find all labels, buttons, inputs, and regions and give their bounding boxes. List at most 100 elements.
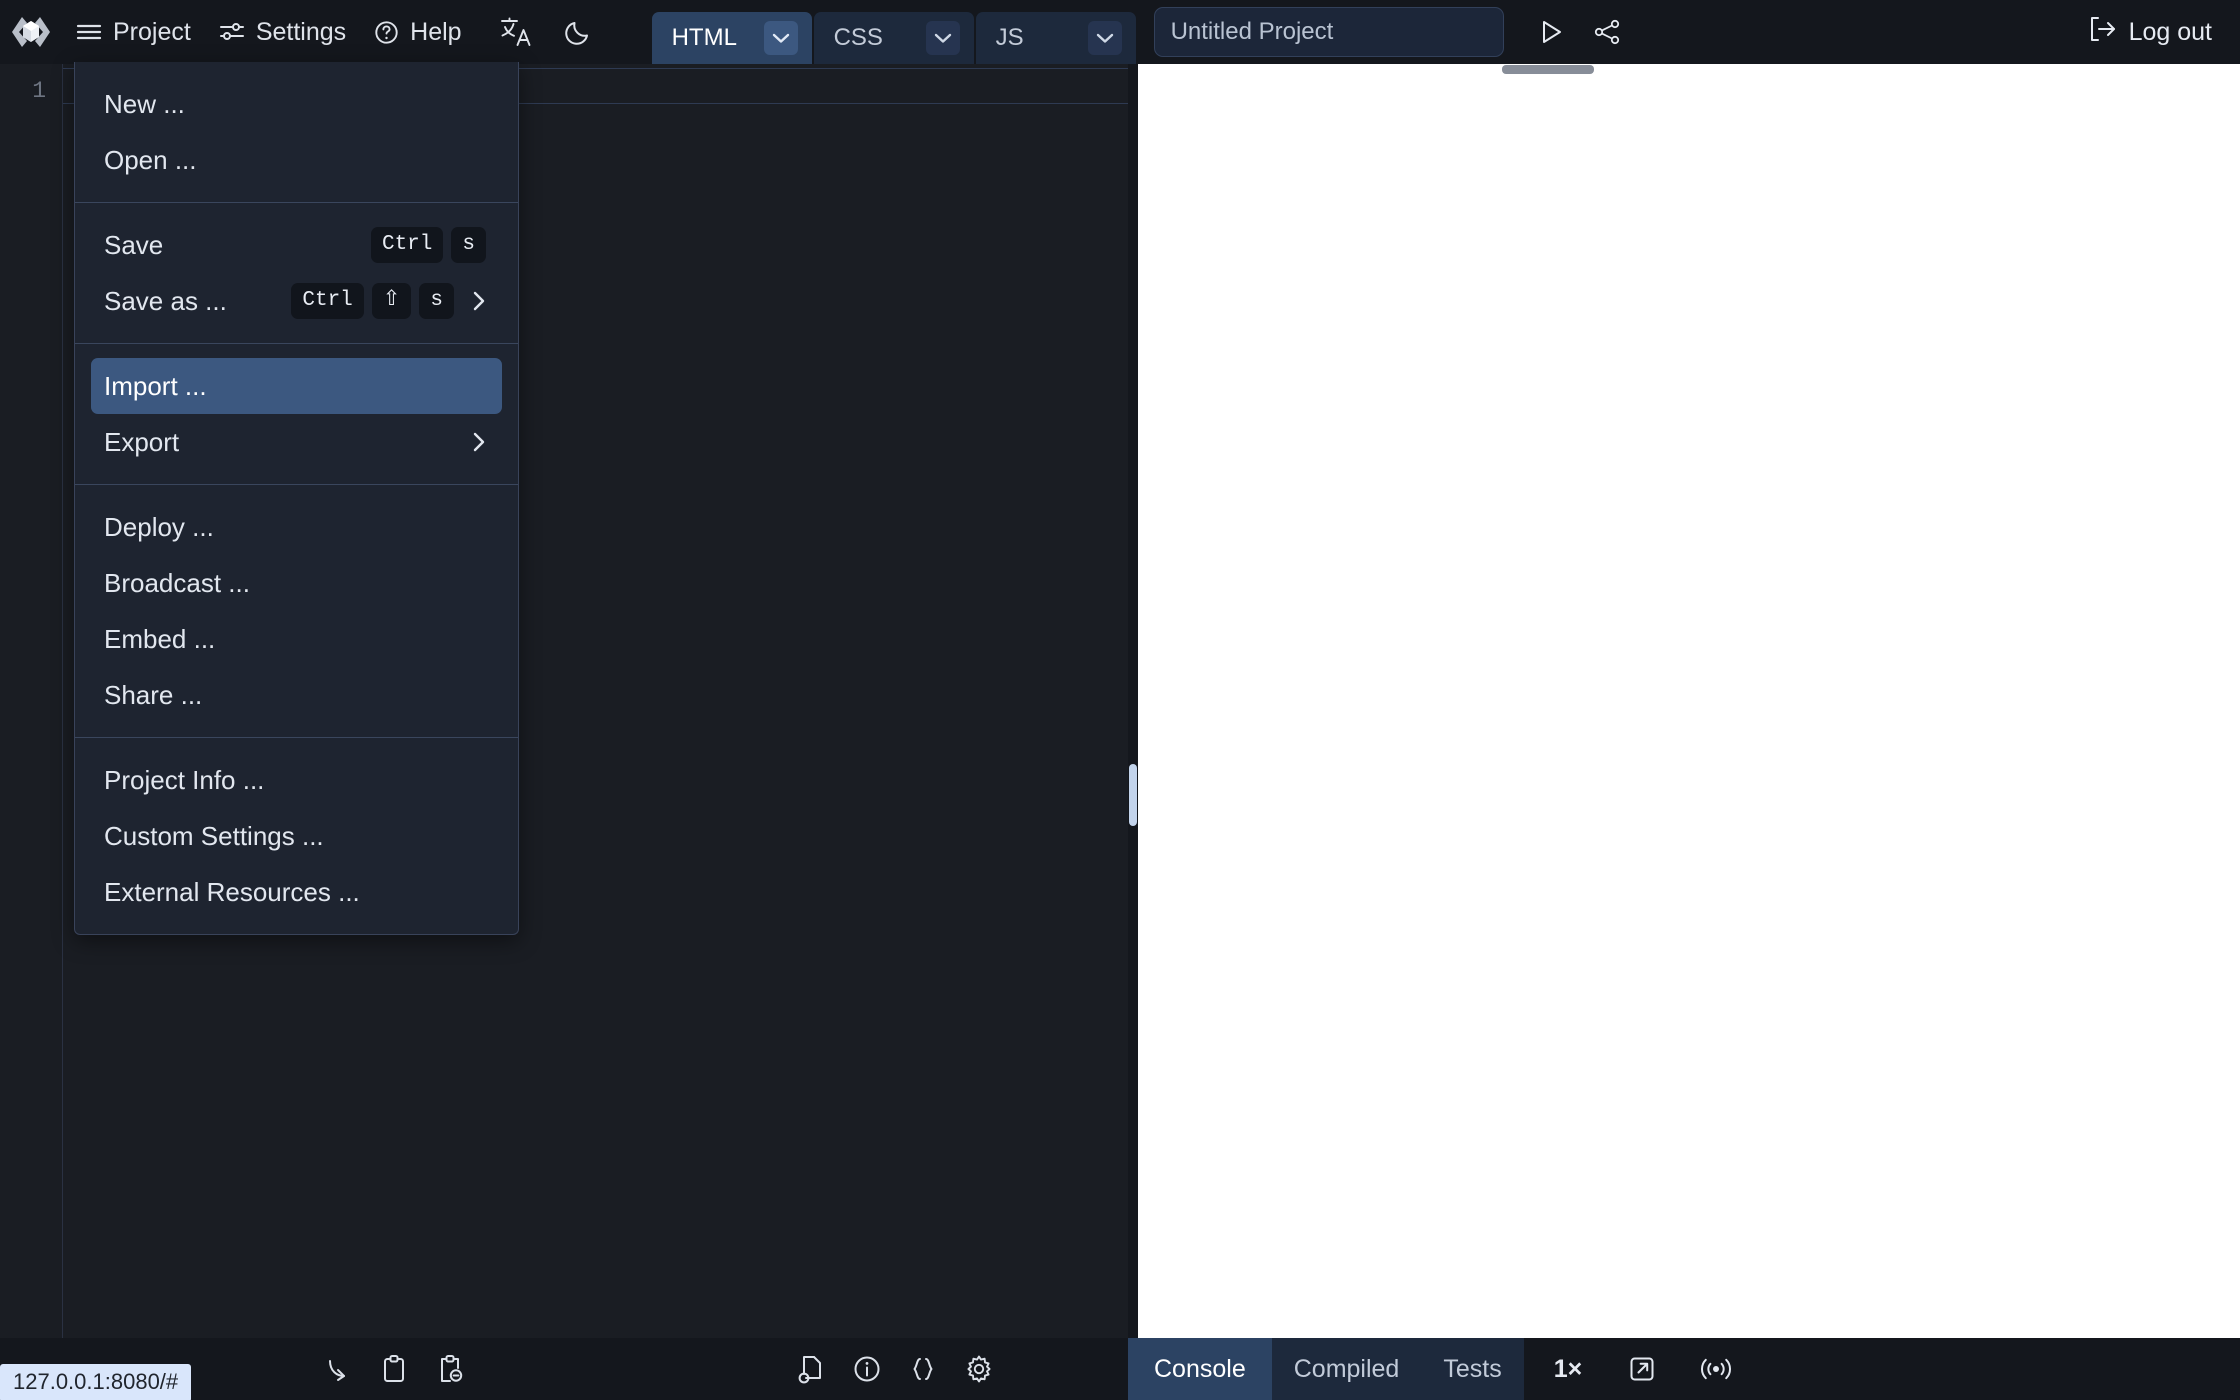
question-circle-icon: [374, 20, 399, 45]
scrollbar-thumb[interactable]: [1502, 65, 1594, 74]
moon-icon[interactable]: [554, 9, 602, 55]
menu-item-label: Open ...: [104, 145, 490, 176]
tab-css-label: CSS: [834, 24, 883, 52]
line-number-gutter: 1: [0, 64, 62, 1338]
console-bar: Console Compiled Tests 1×: [1128, 1338, 2240, 1400]
menu-item-label: Save as ...: [104, 286, 291, 317]
zoom-rate-button[interactable]: 1×: [1524, 1338, 1609, 1400]
menu-section-transfer: Import ... Export: [75, 343, 518, 484]
menu-item-external-resources[interactable]: External Resources ...: [91, 864, 502, 920]
menu-settings-label: Settings: [256, 18, 346, 47]
chevron-right-icon: [468, 290, 490, 312]
open-external-icon[interactable]: [1614, 1341, 1670, 1397]
menu-item-label: Save: [104, 230, 371, 261]
menu-section-publish: Deploy ... Broadcast ... Embed ... Share…: [75, 484, 518, 737]
key-badge: ⇧: [372, 283, 412, 319]
clipboard-icon[interactable]: [366, 1341, 422, 1397]
menu-item-label: Share ...: [104, 680, 490, 711]
preview-pane[interactable]: [1138, 64, 2240, 1338]
pane-splitter[interactable]: [1128, 64, 1138, 1338]
sliders-icon: [219, 21, 245, 43]
menu-section-save: Save Ctrl s Save as ... Ctrl ⇧ s: [75, 202, 518, 343]
splitter-grip-handle[interactable]: [1129, 764, 1137, 826]
gear-icon[interactable]: [951, 1341, 1007, 1397]
project-name-input[interactable]: [1154, 7, 1504, 57]
menu-item-label: Broadcast ...: [104, 568, 490, 599]
tab-html[interactable]: HTML: [652, 12, 812, 64]
menu-item-project-info[interactable]: Project Info ...: [91, 752, 502, 808]
menu-item-label: New ...: [104, 89, 490, 120]
chevron-down-icon[interactable]: [1088, 21, 1122, 55]
menu-item-label: Export: [104, 427, 458, 458]
menu-section-config: Project Info ... Custom Settings ... Ext…: [75, 737, 518, 934]
console-icon-group: [1608, 1338, 2240, 1400]
info-circle-icon[interactable]: [839, 1341, 895, 1397]
top-toolbar: Project Settings Help: [0, 0, 2240, 64]
tab-js-label: JS: [996, 24, 1024, 52]
shortcut-keys: Ctrl s: [371, 227, 486, 263]
project-dropdown-menu[interactable]: New ... Open ... Save Ctrl s Save as ...…: [74, 62, 519, 935]
hamburger-icon: [76, 22, 102, 42]
menu-item-broadcast[interactable]: Broadcast ...: [91, 555, 502, 611]
menu-item-import[interactable]: Import ...: [91, 358, 502, 414]
chevron-right-icon: [468, 431, 490, 453]
tab-html-label: HTML: [672, 24, 737, 52]
broadcast-icon[interactable]: [1688, 1341, 1744, 1397]
tab-tests[interactable]: Tests: [1421, 1338, 1523, 1400]
zoom-rate-label: 1×: [1554, 1355, 1583, 1384]
menu-item-save-as[interactable]: Save as ... Ctrl ⇧ s: [91, 273, 502, 329]
menu-item-save[interactable]: Save Ctrl s: [91, 217, 502, 273]
line-number: 1: [0, 74, 46, 108]
menu-item-share[interactable]: Share ...: [91, 667, 502, 723]
braces-format-icon[interactable]: [895, 1341, 951, 1397]
clipboard-paste-icon[interactable]: [422, 1341, 478, 1397]
bottom-left-tools: 127.0.0.1:8080/#: [0, 1341, 1128, 1397]
redo-icon[interactable]: [310, 1341, 366, 1397]
shortcut-keys: Ctrl ⇧ s: [291, 283, 454, 319]
tab-console[interactable]: Console: [1128, 1338, 1272, 1400]
tab-console-label: Console: [1154, 1355, 1246, 1384]
key-badge: Ctrl: [291, 283, 363, 319]
file-link-icon[interactable]: [783, 1341, 839, 1397]
logout-label: Log out: [2129, 18, 2212, 47]
menu-item-embed[interactable]: Embed ...: [91, 611, 502, 667]
editor-tool-group: [310, 1341, 478, 1397]
menu-item-open[interactable]: Open ...: [91, 132, 502, 188]
code-cube-logo[interactable]: [0, 0, 62, 64]
run-button[interactable]: [1526, 7, 1576, 57]
chevron-down-icon[interactable]: [926, 21, 960, 55]
translate-icon[interactable]: [492, 9, 540, 55]
chevron-down-icon[interactable]: [764, 21, 798, 55]
key-badge: s: [419, 283, 454, 319]
menu-item-label: Project Info ...: [104, 765, 490, 796]
menu-project-label: Project: [113, 18, 191, 47]
tab-js[interactable]: JS: [976, 12, 1136, 64]
tab-tests-label: Tests: [1443, 1355, 1501, 1384]
menu-item-label: Custom Settings ...: [104, 821, 490, 852]
tab-css[interactable]: CSS: [814, 12, 974, 64]
tab-compiled-label: Compiled: [1294, 1355, 1400, 1384]
menu-help[interactable]: Help: [360, 9, 475, 55]
menu-item-label: External Resources ...: [104, 877, 490, 908]
menu-item-label: Deploy ...: [104, 512, 490, 543]
menu-help-label: Help: [410, 18, 461, 47]
share-nodes-icon[interactable]: [1582, 7, 1632, 57]
tab-compiled[interactable]: Compiled: [1272, 1338, 1422, 1400]
menu-item-deploy[interactable]: Deploy ...: [91, 499, 502, 555]
menu-item-label: Embed ...: [104, 624, 490, 655]
logout-button[interactable]: Log out: [2088, 15, 2240, 50]
menu-item-label: Import ...: [104, 371, 490, 402]
bottom-status-bar: 127.0.0.1:8080/# Console Compiled Tests …: [0, 1338, 2240, 1400]
menu-item-export[interactable]: Export: [91, 414, 502, 470]
app-root: Project Settings Help: [0, 0, 2240, 1400]
status-url-tooltip: 127.0.0.1:8080/#: [0, 1364, 191, 1400]
menu-section-file: New ... Open ...: [75, 62, 518, 202]
key-badge: Ctrl: [371, 227, 443, 263]
menu-project[interactable]: Project: [62, 9, 205, 55]
menu-settings[interactable]: Settings: [205, 9, 360, 55]
key-badge: s: [451, 227, 486, 263]
menu-item-new[interactable]: New ...: [91, 76, 502, 132]
language-tabs: HTML CSS JS: [652, 0, 1138, 64]
editor-action-group: [783, 1341, 1007, 1397]
menu-item-custom-settings[interactable]: Custom Settings ...: [91, 808, 502, 864]
